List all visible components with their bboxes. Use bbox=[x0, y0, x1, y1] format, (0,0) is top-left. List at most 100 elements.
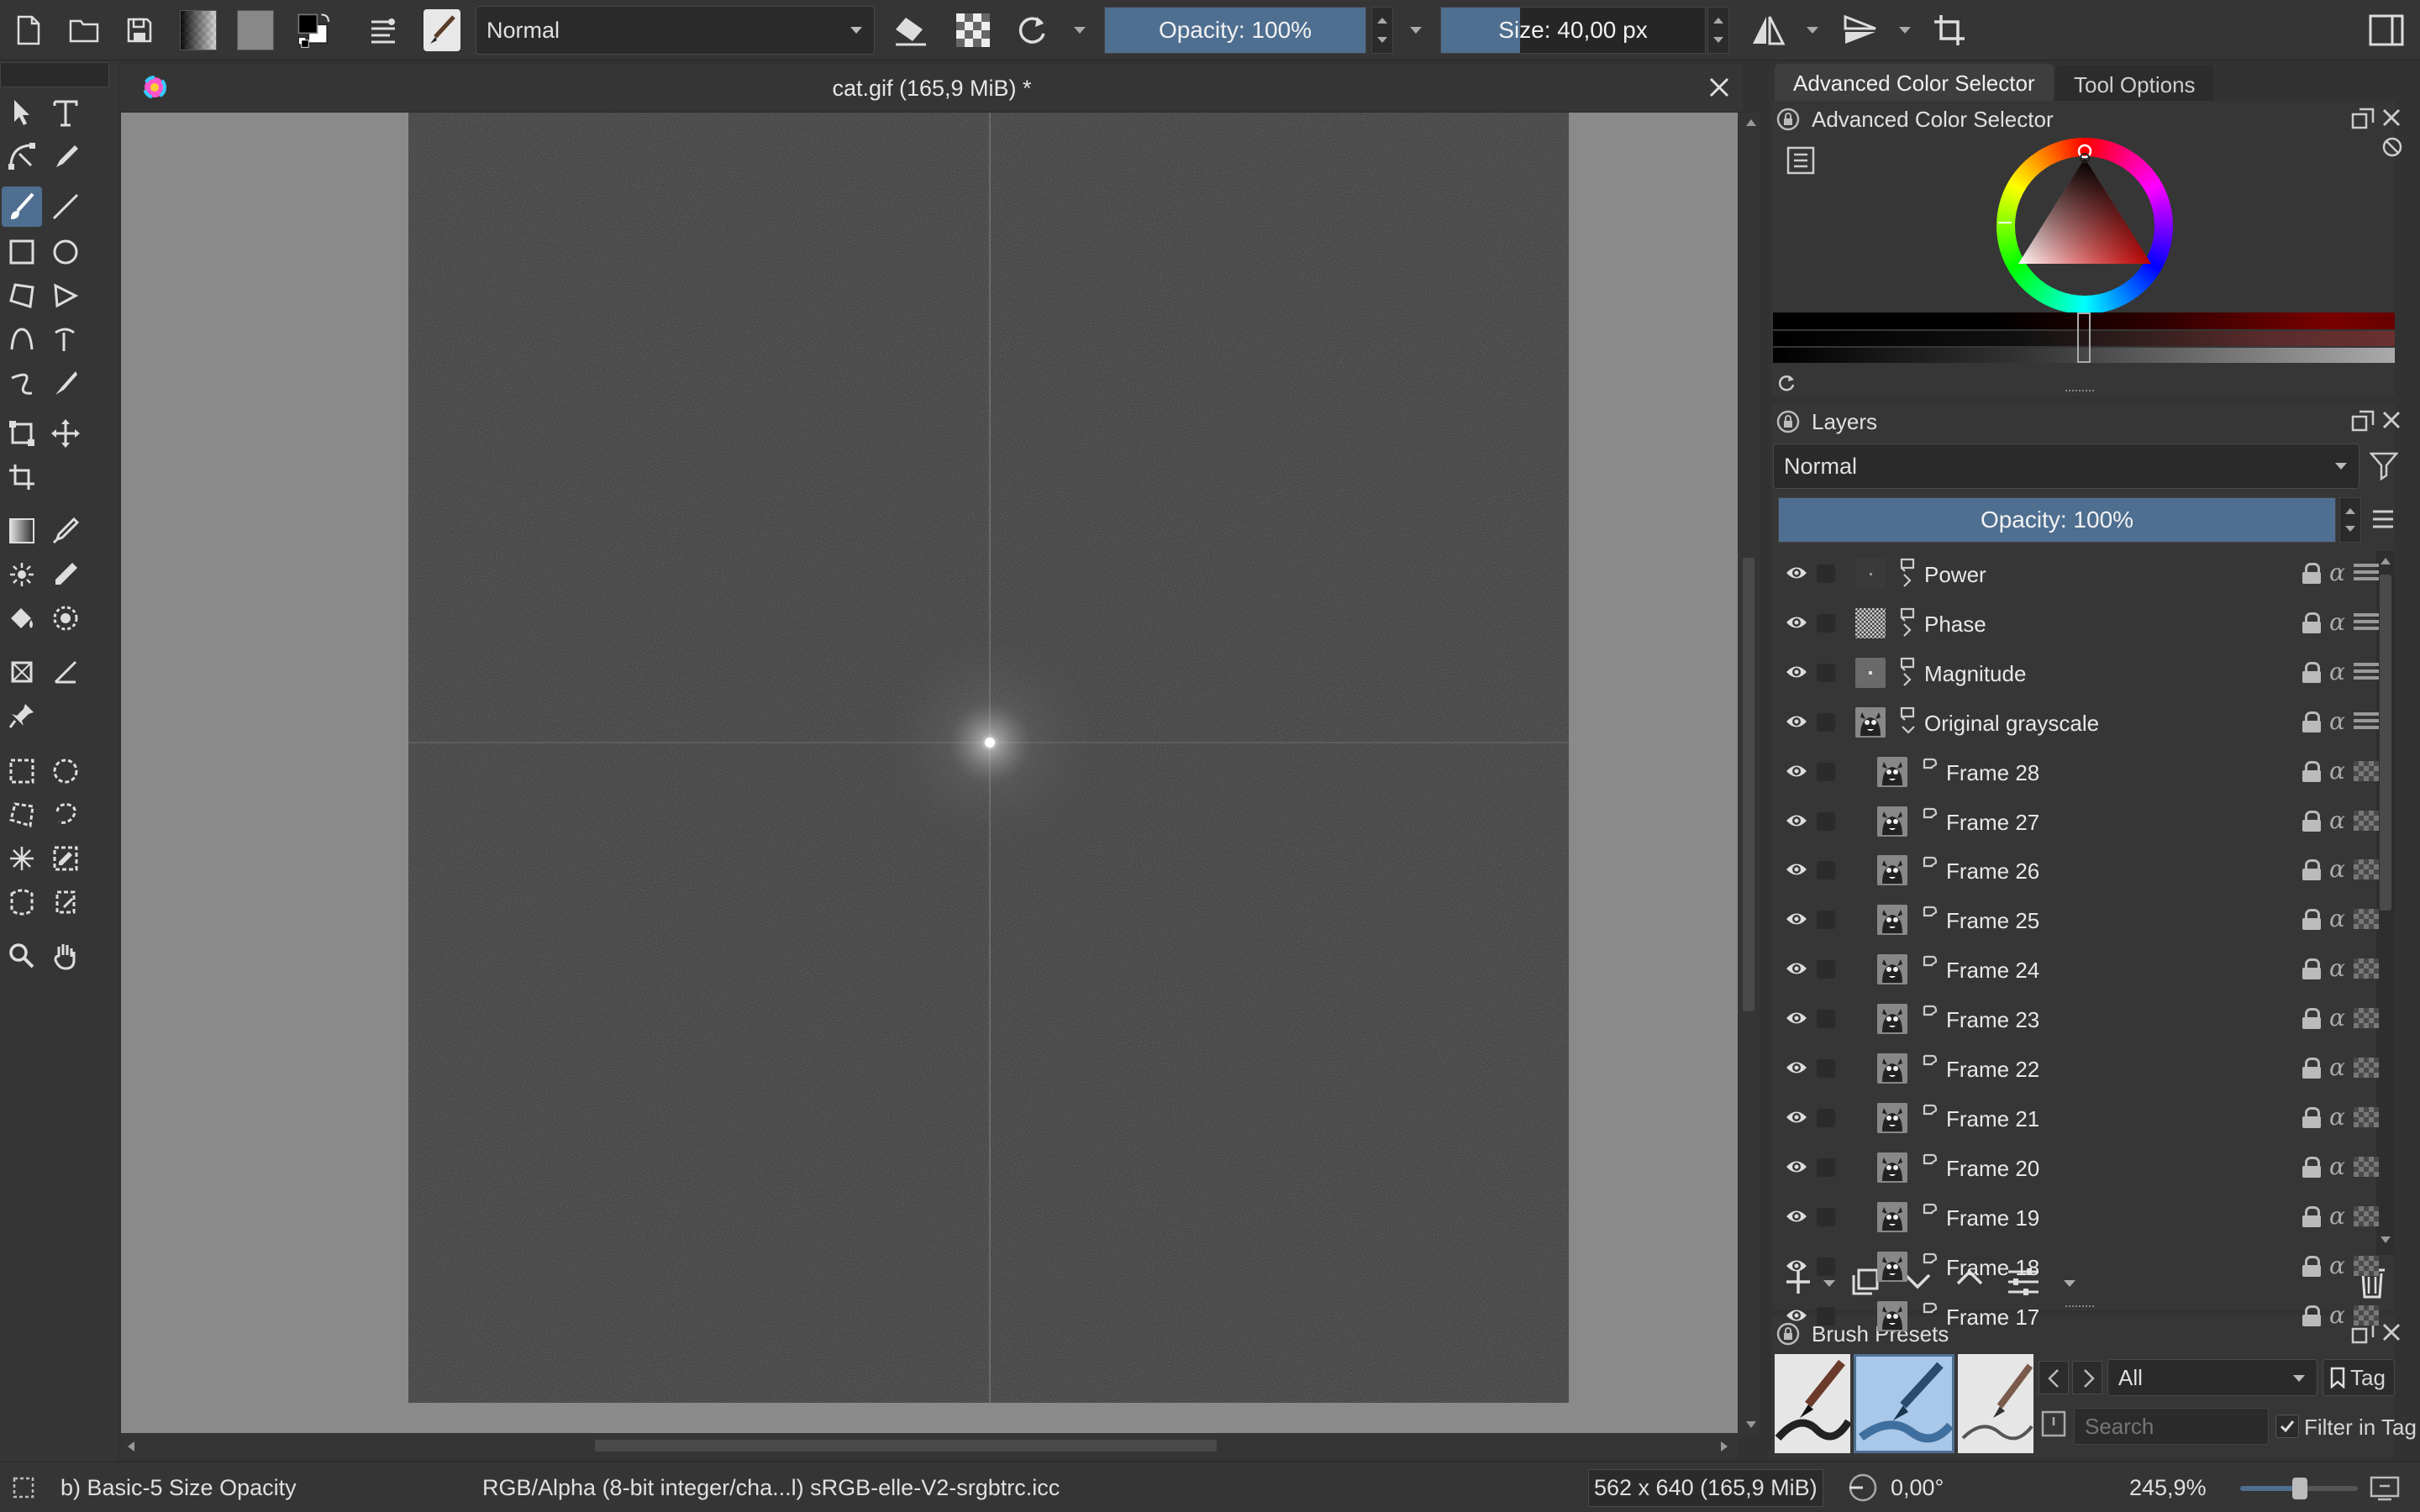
inherit-alpha-icon[interactable] bbox=[2353, 761, 2379, 781]
panel-resize-handle[interactable] bbox=[2065, 390, 2094, 393]
scroll-up-icon[interactable] bbox=[1746, 119, 1756, 126]
bezier-selection-tool-icon[interactable] bbox=[2, 882, 42, 922]
pan-tool-icon[interactable] bbox=[45, 936, 86, 976]
layer-select-checkbox[interactable] bbox=[1817, 1158, 1835, 1177]
status-zoom[interactable]: 245,9% bbox=[2129, 1475, 2207, 1501]
filter-in-tag-checkbox[interactable] bbox=[2275, 1415, 2299, 1438]
layer-select-checkbox[interactable] bbox=[1817, 1208, 1835, 1226]
brush-preset-pencil[interactable] bbox=[1958, 1354, 2033, 1453]
alpha-lock-icon[interactable]: α bbox=[2329, 1056, 2345, 1079]
layer-select-checkbox[interactable] bbox=[1817, 614, 1835, 633]
layer-row[interactable]: Frame 28 α bbox=[1773, 749, 2395, 795]
text-tool-icon[interactable] bbox=[45, 92, 86, 133]
enclose-fill-tool-icon[interactable] bbox=[45, 598, 86, 638]
reference-images-tool-icon[interactable] bbox=[2, 696, 42, 736]
color-sampler-tool-icon[interactable] bbox=[45, 511, 86, 551]
save-document-icon[interactable] bbox=[121, 12, 158, 49]
reload-preset-icon[interactable] bbox=[1013, 12, 1050, 49]
alpha-lock-icon[interactable]: α bbox=[2329, 611, 2345, 634]
bezier-curve-tool-icon[interactable] bbox=[2, 319, 42, 360]
panel-float-icon[interactable] bbox=[2351, 108, 2375, 129]
visibility-eye-icon[interactable] bbox=[1785, 1058, 1808, 1077]
blend-mode-select[interactable]: Normal bbox=[476, 6, 875, 55]
alpha-lock-icon[interactable]: α bbox=[2329, 660, 2345, 684]
layers-lock-icon[interactable] bbox=[1776, 410, 1800, 433]
inherit-alpha-icon[interactable] bbox=[2353, 1256, 2379, 1276]
inherit-alpha-icon[interactable] bbox=[2353, 1305, 2379, 1326]
inherit-alpha-icon[interactable] bbox=[2353, 811, 2379, 831]
layer-lock-icon[interactable] bbox=[2302, 1256, 2321, 1277]
selection-indicator-icon[interactable] bbox=[12, 1476, 35, 1499]
layer-lock-icon[interactable] bbox=[2302, 958, 2321, 979]
visibility-eye-icon[interactable] bbox=[1785, 860, 1808, 879]
layer-lock-icon[interactable] bbox=[2302, 612, 2321, 633]
layer-stack-icon[interactable] bbox=[2353, 663, 2379, 681]
fill-tool-icon[interactable] bbox=[2, 598, 42, 638]
inherit-alpha-icon[interactable] bbox=[2353, 958, 2379, 979]
layer-row[interactable]: Frame 18 α bbox=[1773, 1244, 2395, 1289]
freehand-selection-tool-icon[interactable] bbox=[45, 795, 86, 835]
contiguous-selection-tool-icon[interactable] bbox=[2, 838, 42, 879]
layer-select-checkbox[interactable] bbox=[1817, 564, 1835, 583]
shade-selector-bars[interactable] bbox=[1773, 312, 2395, 363]
rectangular-selection-tool-icon[interactable] bbox=[2, 751, 42, 791]
mirror-vertical-icon[interactable] bbox=[1842, 12, 1879, 49]
layer-row[interactable]: Frame 20 α bbox=[1773, 1145, 2395, 1190]
layer-select-checkbox[interactable] bbox=[1817, 911, 1835, 929]
assistant-measure-tool-icon[interactable] bbox=[2, 652, 42, 692]
ellipse-tool-icon[interactable] bbox=[45, 232, 86, 272]
layer-lock-icon[interactable] bbox=[2302, 1008, 2321, 1029]
vertical-scroll-thumb[interactable] bbox=[1743, 558, 1754, 1011]
freehand-path-tool-icon[interactable] bbox=[45, 319, 86, 360]
alpha-lock-icon[interactable]: α bbox=[2329, 1006, 2345, 1030]
elliptical-selection-tool-icon[interactable] bbox=[45, 751, 86, 791]
layer-select-checkbox[interactable] bbox=[1817, 1059, 1835, 1078]
panel-close-icon[interactable] bbox=[2381, 108, 2402, 128]
layer-row[interactable]: Frame 19 α bbox=[1773, 1194, 2395, 1240]
layer-lock-icon[interactable] bbox=[2302, 1107, 2321, 1128]
visibility-eye-icon[interactable] bbox=[1785, 762, 1808, 780]
layer-stack-icon[interactable] bbox=[2353, 564, 2379, 582]
layer-select-checkbox[interactable] bbox=[1817, 1257, 1835, 1276]
visibility-eye-icon[interactable] bbox=[1785, 712, 1808, 731]
layer-opacity-spinner[interactable] bbox=[2339, 497, 2361, 543]
multibrush-tool-icon[interactable] bbox=[45, 363, 86, 403]
visibility-eye-icon[interactable] bbox=[1785, 564, 1808, 582]
scroll-right-icon[interactable] bbox=[1721, 1441, 1728, 1452]
alpha-lock-icon[interactable]: α bbox=[2329, 561, 2345, 585]
size-slider[interactable]: Size: 40,00 px bbox=[1440, 7, 1706, 54]
inherit-alpha-icon[interactable] bbox=[2353, 1107, 2379, 1127]
canvas-vertical-scrollbar[interactable] bbox=[1738, 113, 1760, 1436]
layers-close-icon[interactable] bbox=[2381, 410, 2402, 430]
next-preset-button[interactable] bbox=[2072, 1361, 2102, 1394]
alpha-lock-icon[interactable]: α bbox=[2329, 957, 2345, 980]
alpha-lock-icon[interactable]: α bbox=[2329, 1254, 2345, 1278]
preserve-alpha-icon[interactable] bbox=[955, 12, 992, 49]
layer-row[interactable]: Frame 24 α bbox=[1773, 947, 2395, 992]
reset-color-icon[interactable] bbox=[1776, 373, 1797, 393]
polygonal-selection-tool-icon[interactable] bbox=[2, 795, 42, 835]
status-image-size[interactable]: 562 x 640 (165,9 MiB) bbox=[1588, 1469, 1823, 1507]
layer-select-checkbox[interactable] bbox=[1817, 763, 1835, 781]
layer-select-checkbox[interactable] bbox=[1817, 861, 1835, 879]
alpha-lock-icon[interactable]: α bbox=[2329, 809, 2345, 832]
layer-row[interactable]: Phase α bbox=[1773, 601, 2395, 646]
inherit-alpha-icon[interactable] bbox=[2353, 859, 2379, 879]
layer-lock-icon[interactable] bbox=[2302, 811, 2321, 832]
crop-tool-icon[interactable] bbox=[2, 457, 42, 497]
move-tool-icon[interactable] bbox=[45, 413, 86, 454]
layer-lock-icon[interactable] bbox=[2302, 563, 2321, 584]
brush-editor-icon[interactable] bbox=[366, 12, 403, 49]
visibility-eye-icon[interactable] bbox=[1785, 811, 1808, 830]
inherit-alpha-icon[interactable] bbox=[2353, 1058, 2379, 1078]
layers-float-icon[interactable] bbox=[2351, 410, 2375, 432]
rotation-dial-icon[interactable] bbox=[1845, 1473, 1881, 1503]
alpha-lock-icon[interactable]: α bbox=[2329, 759, 2345, 783]
layer-lock-icon[interactable] bbox=[2302, 1157, 2321, 1178]
scroll-left-icon[interactable] bbox=[128, 1441, 134, 1452]
visibility-eye-icon[interactable] bbox=[1785, 663, 1808, 681]
select-shapes-tool-icon[interactable] bbox=[2, 92, 42, 133]
size-spinner[interactable] bbox=[1707, 7, 1729, 54]
canvas-horizontal-scrollbar[interactable] bbox=[121, 1433, 1738, 1460]
mirror-horizontal-icon[interactable] bbox=[1749, 12, 1786, 49]
